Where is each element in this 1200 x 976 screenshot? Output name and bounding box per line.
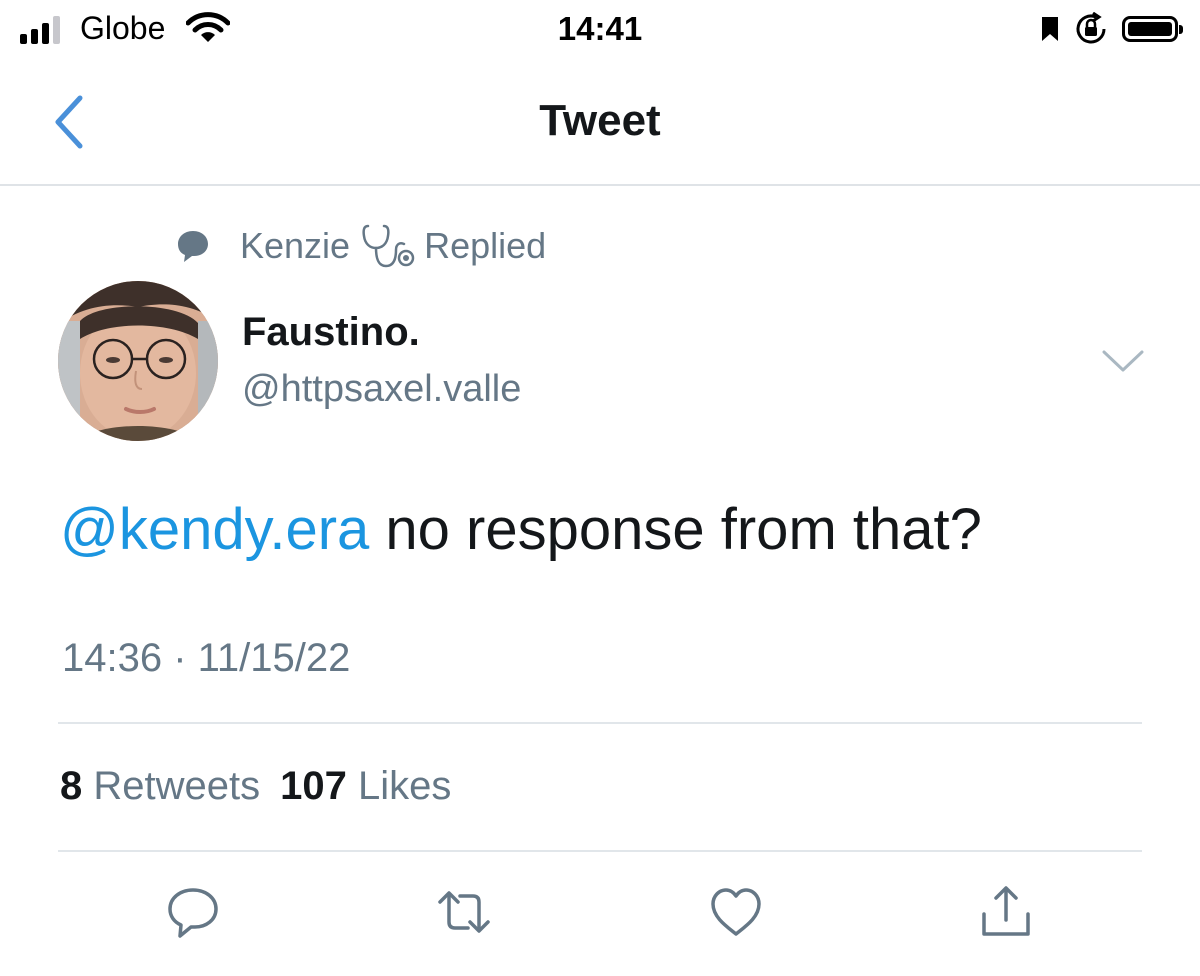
navigation-bar: Tweet [0, 62, 1200, 186]
bookmark-icon [1042, 17, 1058, 41]
avatar[interactable] [58, 281, 218, 441]
like-icon[interactable] [708, 884, 764, 940]
likes-count: 107 [280, 764, 347, 808]
battery-icon [1122, 16, 1183, 42]
likes-stat[interactable]: 107 Likes [280, 764, 451, 808]
reply-context: Kenzie Replied [176, 222, 546, 270]
likes-label: Likes [358, 764, 452, 808]
author-display-name[interactable]: Faustino. [242, 310, 420, 355]
status-bar: Globe 14:41 [0, 0, 1200, 62]
speech-bubble-icon [178, 231, 208, 262]
author-handle[interactable]: @httpsaxel.valle [242, 368, 521, 411]
chevron-down-icon[interactable] [1100, 346, 1146, 376]
replier-name: Kenzie [240, 225, 351, 266]
page-title: Tweet [539, 96, 661, 145]
tweet-text: @kendy.era no response from that? [60, 496, 982, 563]
mention-link[interactable]: @kendy.era [60, 497, 369, 562]
retweets-stat[interactable]: 8 Retweets [60, 764, 260, 808]
tweet-body: no response from that? [369, 497, 982, 562]
share-icon[interactable] [978, 884, 1034, 940]
retweet-icon[interactable] [436, 884, 492, 940]
reply-icon[interactable] [165, 884, 221, 940]
divider [58, 850, 1142, 852]
retweets-label: Retweets [93, 764, 261, 808]
status-clock: 14:41 [557, 10, 643, 47]
replied-label: Replied [424, 225, 547, 266]
tweet-stats: 8 Retweets 107 Likes [60, 764, 451, 809]
avatar-photo [58, 281, 218, 441]
stethoscope-icon [362, 224, 415, 268]
tweet-timestamp: 14:36 · 11/15/22 [62, 636, 351, 680]
orientation-lock-icon [1076, 12, 1106, 44]
retweets-count: 8 [60, 764, 83, 808]
divider [58, 722, 1142, 724]
